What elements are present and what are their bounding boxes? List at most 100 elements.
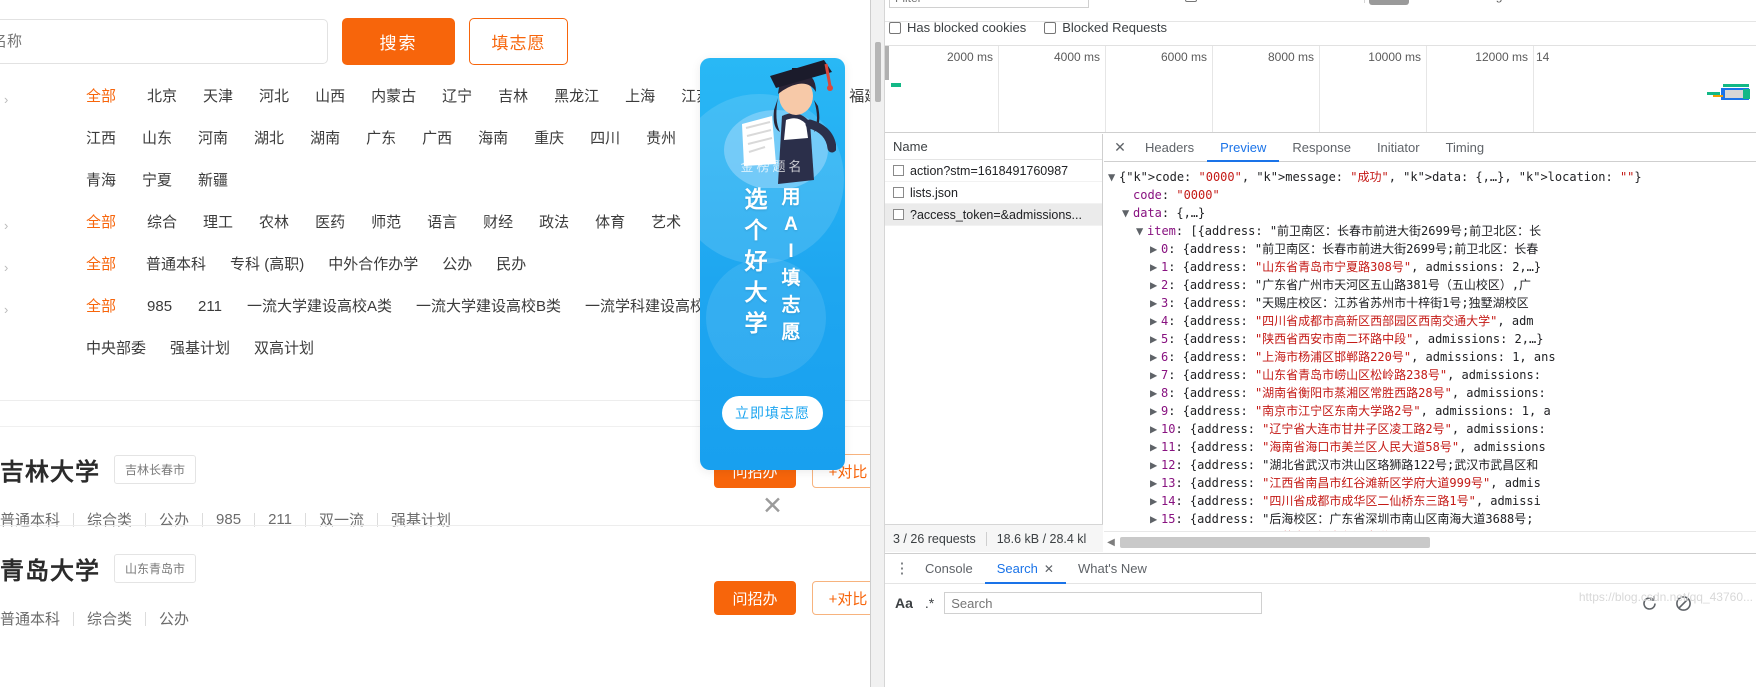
collapsed-triangle-icon[interactable]: ▶ [1150,384,1161,402]
ad-cta-button[interactable]: 立即填志愿 [722,396,823,430]
json-tree-row[interactable]: ▼ data: {,…} [1108,204,1756,222]
tab-headers[interactable]: Headers [1132,134,1207,162]
request-row[interactable]: action?stm=1618491760987 [885,160,1102,182]
filter-chip[interactable]: 广西 [409,118,465,160]
filter-chip[interactable]: 一流学科建设高校 [573,286,717,328]
filter-chip[interactable]: 211 [185,286,235,328]
tab-response[interactable]: Response [1279,134,1364,162]
search-input[interactable] [0,19,328,64]
filter-chip[interactable]: 艺术 [638,202,694,244]
filter-chip-all[interactable]: 全部 [86,202,134,244]
filter-chip[interactable]: 内蒙古 [358,76,429,118]
horizontal-scrollbar[interactable]: ◀ [1104,531,1756,552]
filter-chip[interactable]: 综合 [134,202,190,244]
expanded-triangle-icon[interactable]: ▼ [1122,204,1133,222]
school-name[interactable]: 青岛大学 [0,551,100,586]
type-filter-img[interactable]: Img [1475,0,1509,5]
tab-initiator[interactable]: Initiator [1364,134,1433,162]
checkbox-icon[interactable] [1185,0,1197,2]
expanded-triangle-icon[interactable]: ▼ [1108,168,1119,186]
filter-chip[interactable]: 985 [134,286,185,328]
filter-chip[interactable]: 民办 [484,244,538,286]
json-tree-row[interactable]: ▶ 13: {address: "江西省南昌市红谷滩新区学府大道999号", ad… [1108,474,1756,492]
filter-chip[interactable]: 北京 [134,76,190,118]
filter-chip[interactable]: 中外合作办学 [316,244,430,286]
filter-chip-all[interactable]: 全部 [86,76,134,118]
collapsed-triangle-icon[interactable]: ▶ [1150,240,1161,258]
collapsed-triangle-icon[interactable]: ▶ [1150,402,1161,420]
close-ad-icon[interactable]: ✕ [762,494,783,519]
filter-chip[interactable]: 一流大学建设高校A类 [235,286,404,328]
filter-chip[interactable]: 天津 [190,76,246,118]
request-row[interactable]: lists.json [885,182,1102,204]
add-compare-button[interactable]: +对比 [812,581,870,615]
type-filter-other[interactable]: O [1722,0,1745,5]
json-tree-row[interactable]: ▶ 0: {address: "前卫南区：长春市前进大街2699号;前卫北区：长春 [1108,240,1756,258]
network-overview-timeline[interactable]: 2000 ms 4000 ms 6000 ms 8000 ms 10000 ms… [885,45,1756,133]
json-tree-row[interactable]: ▶ 14: {address: "四川省成都市成华区二仙桥东三路1号", admi… [1108,492,1756,510]
filter-chip[interactable]: 黑龙江 [541,76,612,118]
json-tree-row[interactable]: ▶ 4: {address: "四川省成都市高新区西部园区西南交通大学", adm [1108,312,1756,330]
filter-chip[interactable]: 普通本科 [134,244,218,286]
filter-chip[interactable]: 四川 [577,118,633,160]
filter-chip[interactable]: 海南 [465,118,521,160]
checkbox-icon[interactable] [893,165,904,176]
has-blocked-cookies-option[interactable]: Has blocked cookies [889,20,1026,35]
tab-preview[interactable]: Preview [1207,134,1279,162]
filter-chip[interactable]: 山西 [302,76,358,118]
collapsed-triangle-icon[interactable]: ▶ [1150,474,1161,492]
json-tree-row[interactable]: ▶ 6: {address: "上海市杨浦区邯郸路220号", admission… [1108,348,1756,366]
type-filter-media[interactable]: Media [1509,0,1556,5]
ask-admissions-button[interactable]: 问招办 [714,581,796,615]
floating-ad[interactable]: 金榜题名 选 个 好 大 学 用 A I 填 志 愿 立即填志愿 [700,58,845,470]
tab-whats-new[interactable]: What's New [1066,554,1159,584]
type-filter-ws[interactable]: WS [1629,0,1662,5]
close-search-tab-icon[interactable]: ✕ [1044,554,1054,584]
filter-chip[interactable]: 公办 [430,244,484,286]
filter-chip[interactable]: 湖北 [241,118,297,160]
filter-chip[interactable]: 理工 [190,202,246,244]
type-filter-xhr[interactable]: XHR [1369,0,1409,5]
search-button[interactable]: 搜索 [342,18,455,65]
filter-chip[interactable]: 政法 [526,202,582,244]
regex-icon[interactable]: .* [923,595,936,611]
resize-grip[interactable] [875,42,881,102]
scrollbar-thumb[interactable] [1120,536,1430,548]
json-tree-row[interactable]: ▶ 2: {address: "广东省广州市天河区五山路381号（五山校区）,广 [1108,276,1756,294]
collapsed-triangle-icon[interactable]: ▶ [1150,492,1161,510]
json-tree-row[interactable]: code: "0000" [1108,186,1756,204]
expanded-triangle-icon[interactable]: ▼ [1136,222,1147,240]
filter-chip[interactable]: 吉林 [485,76,541,118]
type-filter-all[interactable]: All [1333,0,1360,5]
request-list-header[interactable]: Name [885,134,1102,160]
collapsed-triangle-icon[interactable]: ▶ [1150,330,1161,348]
filter-chip[interactable]: 重庆 [521,118,577,160]
collapsed-triangle-icon[interactable]: ▶ [1150,312,1161,330]
tab-timing[interactable]: Timing [1433,134,1498,162]
filter-chip[interactable]: 新疆 [185,160,241,202]
filter-chip[interactable]: 医药 [302,202,358,244]
collapsed-triangle-icon[interactable]: ▶ [1150,276,1161,294]
filter-chip[interactable]: 双高计划 [242,328,326,370]
collapsed-triangle-icon[interactable]: ▶ [1150,258,1161,276]
collapsed-triangle-icon[interactable]: ▶ [1150,348,1161,366]
school-name[interactable]: 吉林大学 [0,452,100,487]
filter-chip-all[interactable]: 全部 [86,286,134,328]
json-tree-row[interactable]: ▼ item: [{address: "前卫南区：长春市前进大街2699号;前卫北… [1108,222,1756,240]
filter-chip[interactable]: 强基计划 [158,328,242,370]
devtools-resize-handle[interactable] [871,0,885,687]
blocked-requests-option[interactable]: Blocked Requests [1044,20,1167,35]
filter-chip[interactable]: 山东 [129,118,185,160]
drawer-search-input[interactable] [944,592,1263,614]
filter-chip[interactable]: 语言 [414,202,470,244]
checkbox-icon[interactable] [1044,21,1057,34]
filter-chip[interactable]: 广东 [353,118,409,160]
filter-chip[interactable]: 湖南 [297,118,353,160]
filter-chip[interactable]: 青海 [86,160,129,202]
filter-chip[interactable]: 江西 [86,118,129,160]
filter-chip[interactable]: 辽宁 [429,76,485,118]
type-filter-css[interactable]: CSS [1437,0,1476,5]
scroll-left-icon[interactable]: ◀ [1104,537,1118,548]
filter-chip[interactable]: 河北 [246,76,302,118]
network-filter-input[interactable] [889,0,1089,8]
